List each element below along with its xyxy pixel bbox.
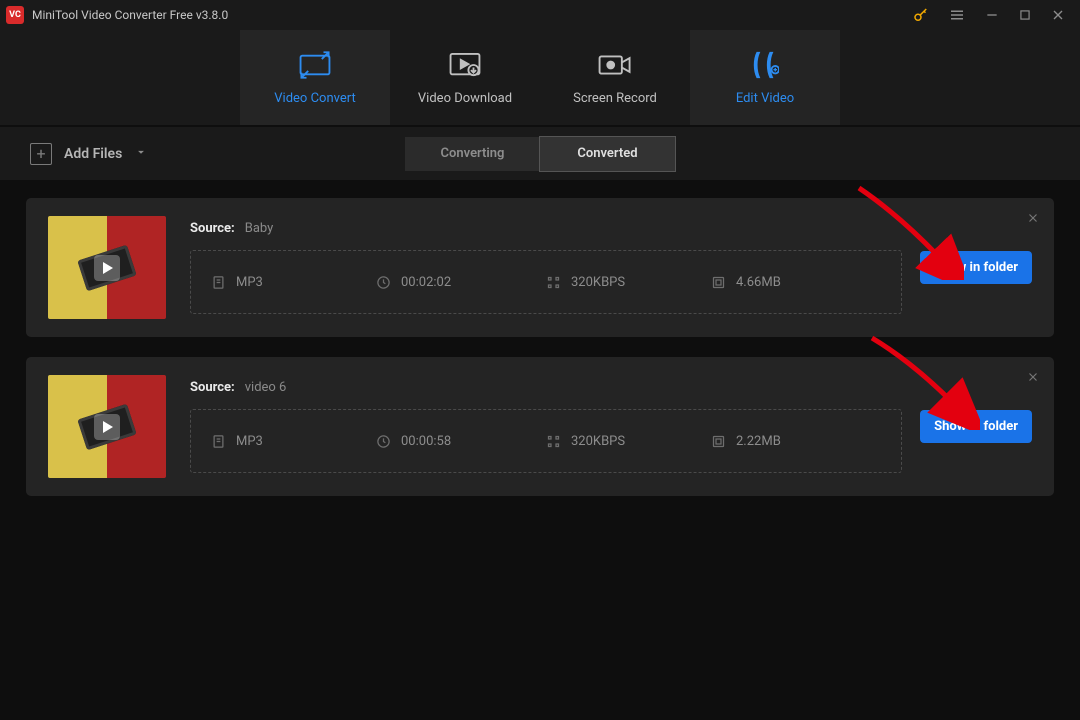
play-icon [94,255,120,281]
result-card: Source: video 6 MP3 00:00:58 320KBPS [26,357,1054,496]
result-card: Source: Baby MP3 00:02:02 320KBPS [26,198,1054,337]
content-area: Source: Baby MP3 00:02:02 320KBPS [0,180,1080,514]
plus-icon: + [30,143,52,165]
tab-converted[interactable]: Converted [540,137,675,171]
tab-converting[interactable]: Converting [405,137,540,171]
source-label: Source: [190,221,235,236]
show-in-folder-button[interactable]: Show in folder [920,410,1032,443]
key-icon[interactable] [912,6,930,24]
tab-screen-record[interactable]: Screen Record [540,30,690,125]
maximize-icon[interactable] [1018,8,1032,22]
tab-label: Video Convert [274,91,355,106]
size-icon [711,434,726,449]
close-icon[interactable] [1026,210,1040,229]
close-icon[interactable] [1026,369,1040,388]
tab-label: Video Download [418,91,512,106]
clock-icon [376,275,391,290]
play-icon [94,414,120,440]
tab-video-download[interactable]: Video Download [390,30,540,125]
format-value: MP3 [236,434,263,449]
duration-value: 00:02:02 [401,275,451,290]
add-files-button[interactable]: + Add Files [30,143,148,165]
menu-icon[interactable] [948,6,966,24]
download-icon [448,49,482,81]
source-value: Baby [245,221,274,236]
tab-video-convert[interactable]: Video Convert [240,30,390,125]
app-logo-icon: VC [6,6,24,24]
status-tab-toggle: Converting Converted [405,137,675,171]
file-icon [211,275,226,290]
clock-icon [376,434,391,449]
secondary-bar: + Add Files Converting Converted [0,127,1080,180]
convert-icon [298,49,332,81]
tab-label: Edit Video [736,91,794,106]
size-value: 4.66MB [736,275,781,290]
main-tabs: Video Convert Video Download Screen Reco… [0,30,1080,125]
close-icon[interactable] [1050,7,1066,23]
bitrate-icon [546,434,561,449]
add-files-label: Add Files [64,146,122,162]
file-icon [211,434,226,449]
show-in-folder-button[interactable]: Show in folder [920,251,1032,284]
duration-value: 00:00:58 [401,434,451,449]
app-title: MiniTool Video Converter Free v3.8.0 [32,8,912,22]
tab-label: Screen Record [573,91,657,106]
title-bar: VC MiniTool Video Converter Free v3.8.0 [0,0,1080,30]
tab-edit-video[interactable]: Edit Video [690,30,840,125]
minimize-icon[interactable] [984,7,1000,23]
meta-box: MP3 00:02:02 320KBPS 4.66MB [190,250,902,314]
format-value: MP3 [236,275,263,290]
bitrate-icon [546,275,561,290]
bitrate-value: 320KBPS [571,434,625,449]
source-label: Source: [190,380,235,395]
bitrate-value: 320KBPS [571,275,625,290]
size-value: 2.22MB [736,434,781,449]
edit-icon [751,49,779,81]
meta-box: MP3 00:00:58 320KBPS 2.22MB [190,409,902,473]
record-icon [597,49,633,81]
source-value: video 6 [245,380,287,395]
chevron-down-icon[interactable] [134,144,148,163]
thumbnail[interactable] [48,375,166,478]
thumbnail[interactable] [48,216,166,319]
size-icon [711,275,726,290]
